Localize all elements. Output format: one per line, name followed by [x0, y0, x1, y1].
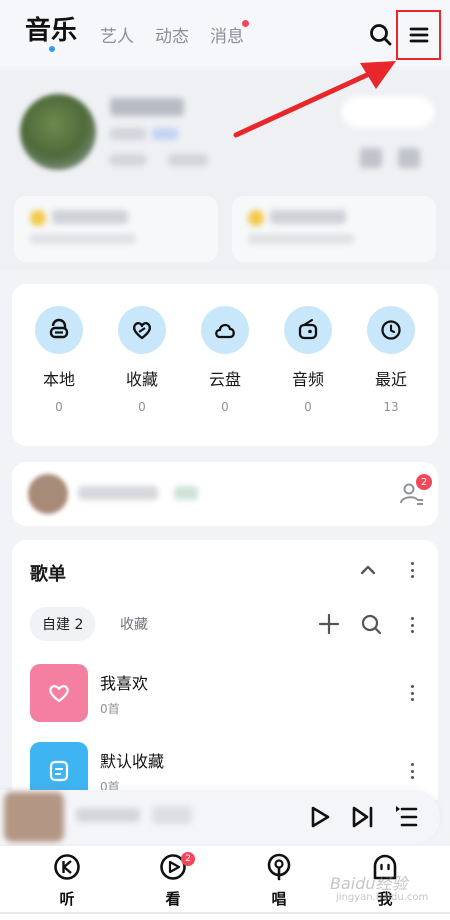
watermark-url: jingyan.baidu.com [336, 892, 429, 903]
playlist-card: 歌单 自建 2 收藏 我喜欢 0首 默认收藏 0首 [12, 540, 438, 800]
playlist-name: 我喜欢 [100, 674, 149, 693]
clock-icon [381, 320, 401, 340]
menu-button[interactable] [396, 10, 441, 60]
search-icon[interactable] [368, 22, 394, 48]
notification-badge: 2 [181, 852, 195, 866]
mini-player[interactable] [0, 790, 440, 844]
quick-item-audio[interactable]: 音频 0 [273, 306, 343, 414]
nav-listen[interactable]: 听 [37, 852, 97, 909]
quick-item-label: 收藏 [125, 370, 158, 389]
quick-item-label: 音频 [291, 370, 324, 389]
annotation-arrow [233, 61, 396, 138]
quick-item-recent[interactable]: 最近 13 [356, 306, 426, 414]
more-options-icon[interactable] [404, 683, 420, 703]
nav-sing[interactable]: 唱 [249, 852, 309, 909]
playlist-item[interactable]: 我喜欢 0首 [30, 664, 422, 722]
message-notification-dot [242, 20, 249, 27]
playlist-queue-icon[interactable] [394, 804, 420, 830]
quick-access-card: 本地 0 收藏 0 云盘 0 音频 0 最近 13 [12, 284, 438, 446]
sing-icon [267, 853, 291, 881]
nav-label: 唱 [271, 890, 287, 908]
quick-item-count: 0 [55, 400, 63, 414]
add-icon[interactable] [318, 613, 340, 635]
note-icon [49, 760, 69, 782]
nav-label: 听 [59, 890, 75, 908]
vip-card-left[interactable] [14, 196, 218, 262]
quick-item-collect[interactable]: 收藏 0 [107, 306, 177, 414]
quick-item-local[interactable]: 本地 0 [24, 306, 94, 414]
quick-item-count: 0 [138, 400, 146, 414]
playlist-section-title: 歌单 [30, 564, 66, 585]
quick-item-label: 云盘 [208, 370, 241, 389]
playlist-name: 默认收藏 [100, 752, 165, 771]
active-tab-indicator [49, 46, 55, 52]
now-playing-cover [4, 792, 64, 842]
audio-icon [298, 318, 318, 340]
cloud-disk-icon [215, 323, 235, 339]
quick-item-cloud[interactable]: 云盘 0 [190, 306, 260, 414]
listen-icon [54, 854, 80, 880]
hamburger-menu-icon [409, 27, 428, 43]
friend-request-badge: 2 [416, 474, 432, 490]
nav-label: 看 [165, 890, 181, 908]
search-icon[interactable] [360, 613, 382, 635]
tab-music[interactable]: 音乐 [25, 10, 77, 47]
chevron-up-icon[interactable] [358, 560, 378, 580]
tab-feed[interactable]: 动态 [155, 22, 189, 47]
tab-messages[interactable]: 消息 [210, 22, 244, 47]
quick-item-count: 13 [383, 400, 399, 414]
home-indicator [0, 912, 450, 914]
heart-collect-icon [132, 322, 152, 340]
playlist-song-count: 0首 [100, 702, 120, 716]
quick-item-count: 0 [221, 400, 229, 414]
more-options-icon[interactable] [404, 615, 420, 635]
quick-item-label: 本地 [42, 370, 75, 389]
quick-item-count: 0 [304, 400, 312, 414]
more-options-icon[interactable] [404, 560, 420, 580]
friend-avatar [28, 474, 68, 514]
next-track-icon[interactable] [350, 804, 376, 830]
heart-icon [49, 685, 69, 703]
nav-watch[interactable]: 看 2 [143, 852, 203, 909]
watermark: Baidu经验 [330, 874, 408, 893]
tab-collected-playlists[interactable]: 收藏 [120, 614, 148, 634]
friend-activity-bar[interactable]: 2 [12, 462, 438, 526]
avatar[interactable] [20, 94, 96, 170]
quick-item-label: 最近 [374, 370, 407, 389]
tab-created-playlists[interactable]: 自建 2 [30, 607, 96, 641]
play-icon[interactable] [306, 804, 332, 830]
local-music-icon [49, 318, 69, 339]
more-options-icon[interactable] [404, 761, 420, 781]
playlist-cover [30, 664, 88, 722]
vip-card-right[interactable] [232, 196, 436, 262]
tab-artists[interactable]: 艺人 [100, 22, 134, 47]
